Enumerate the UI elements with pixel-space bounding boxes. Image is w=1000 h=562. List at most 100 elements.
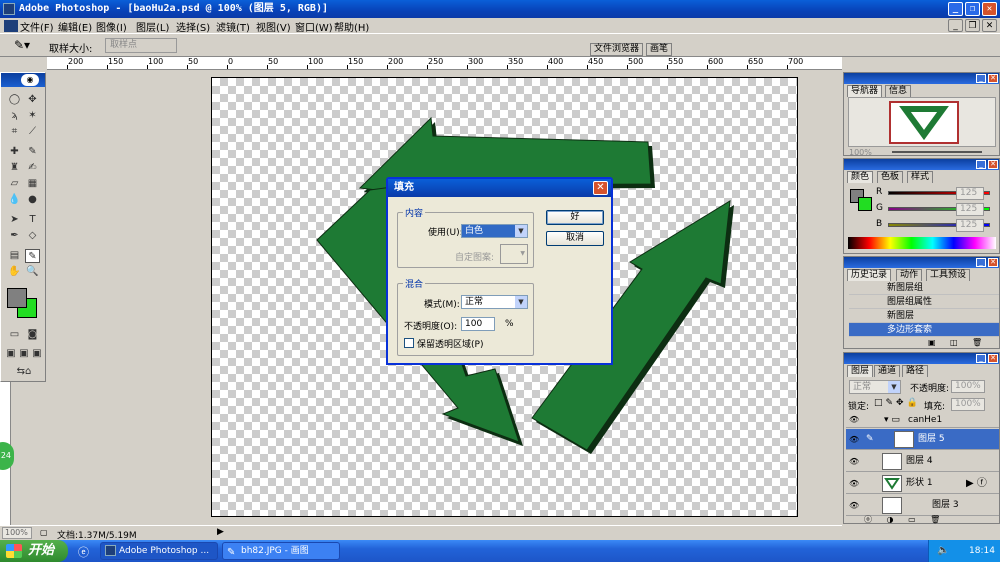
layer-row[interactable]: 👁 图层 3	[846, 495, 999, 516]
layer-row[interactable]: 👁 ✎ 图层 5	[846, 429, 999, 450]
layer-row[interactable]: 👁 形状 1 ▶ ⓕ	[846, 473, 999, 494]
menu-select[interactable]: 选择(S)	[176, 19, 210, 34]
brush-tool-icon[interactable]: ✎	[25, 145, 40, 159]
toolbox-header[interactable]: ◉	[1, 73, 45, 87]
color-bg-swatch[interactable]	[858, 197, 872, 211]
tab-color[interactable]: 颜色	[847, 171, 874, 183]
ok-button[interactable]: 好	[546, 210, 604, 225]
standard-mode-icon[interactable]: ▭	[7, 328, 22, 342]
history-snapshot-icon[interactable]: ▣	[928, 338, 936, 347]
mode-select[interactable]: 正常 ▼	[461, 295, 528, 309]
dodge-tool-icon[interactable]: ●	[25, 193, 40, 207]
tab-brushes[interactable]: 画笔	[646, 43, 673, 56]
blend-mode-select[interactable]: 正常 ▼	[849, 380, 901, 394]
path-select-tool-icon[interactable]: ➤	[7, 213, 22, 227]
tab-actions[interactable]: 动作	[896, 269, 923, 281]
preserve-transparency-label[interactable]: 保留透明区域(P)	[417, 337, 483, 350]
history-delete-icon[interactable]: 🗑	[972, 338, 982, 347]
cancel-button[interactable]: 取消	[546, 231, 604, 246]
eraser-tool-icon[interactable]: ▱	[7, 177, 22, 191]
shape-tool-icon[interactable]: ◇	[25, 229, 40, 243]
eyedropper-tool-icon[interactable]: ✎	[25, 249, 40, 263]
menu-edit[interactable]: 编辑(E)	[58, 19, 92, 34]
tab-file-browser[interactable]: 文件浏览器	[590, 43, 644, 56]
hand-tool-icon[interactable]: ✋	[7, 265, 22, 279]
navigator-zoom[interactable]: 100%	[849, 148, 872, 157]
gradient-tool-icon[interactable]: ▦	[25, 177, 40, 191]
doc-close-button[interactable]: ✕	[982, 19, 997, 32]
screen-mode-2-icon[interactable]: ▣	[18, 347, 30, 361]
jump-to-imageready-icon[interactable]: ⇆⌂	[7, 365, 41, 379]
lasso-tool-icon[interactable]: ϡ	[7, 109, 22, 123]
adobe-online-icon[interactable]: ◉	[21, 74, 39, 86]
healing-brush-tool-icon[interactable]: ✚	[7, 145, 22, 159]
lock-icons[interactable]: □✎✥🔒	[874, 398, 921, 408]
color-ramp[interactable]	[848, 237, 996, 249]
sample-size-select[interactable]: 取样点	[105, 38, 177, 53]
menu-help[interactable]: 帮助(H)	[334, 19, 369, 34]
type-tool-icon[interactable]: T	[25, 213, 40, 227]
notes-tool-icon[interactable]: ▤	[7, 249, 22, 263]
menu-image[interactable]: 图像(I)	[96, 19, 127, 34]
navigator-zoom-slider[interactable]	[892, 151, 982, 153]
channel-r-value[interactable]: 125	[956, 187, 984, 200]
channel-b-value[interactable]: 125	[956, 219, 984, 232]
doc-icon[interactable]	[4, 20, 18, 32]
close-button[interactable]: ✕	[982, 2, 997, 16]
tray-volume-icon[interactable]: 🔈	[937, 540, 949, 562]
use-select[interactable]: 白色 ▼	[461, 224, 528, 238]
layers-footer-icons[interactable]: ⓞ ◑ ▭ 🗑	[864, 514, 946, 525]
preserve-transparency-checkbox[interactable]	[404, 338, 414, 348]
tab-channels[interactable]: 通道	[874, 365, 901, 377]
dialog-close-button[interactable]: ✕	[593, 181, 608, 195]
minimize-button[interactable]: _	[948, 2, 963, 16]
pattern-picker[interactable]: ▼	[500, 244, 528, 264]
restore-button[interactable]: ❐	[965, 2, 980, 16]
foreground-color-top[interactable]	[7, 288, 27, 308]
layer-group-row[interactable]: 👁 ▾ ▭ canHe1	[846, 412, 999, 428]
channel-g-value[interactable]: 125	[956, 203, 984, 216]
crop-tool-icon[interactable]: ⌗	[7, 125, 22, 139]
start-button[interactable]: 开始	[0, 540, 68, 562]
status-menu-arrow-icon[interactable]: ▶	[217, 527, 224, 537]
tab-info[interactable]: 信息	[885, 85, 912, 97]
tab-navigator[interactable]: 导航器	[847, 85, 883, 97]
zoom-field[interactable]: 100%	[2, 527, 32, 539]
blur-tool-icon[interactable]: 💧	[7, 193, 22, 207]
move-tool-icon[interactable]: ✥	[25, 93, 40, 107]
screen-mode-1-icon[interactable]: ▣	[5, 347, 17, 361]
doc-restore-button[interactable]: ❐	[965, 19, 980, 32]
history-item-current[interactable]: 多边形套索	[849, 323, 999, 337]
task-paint[interactable]: ✎ bh82.JPG - 画图	[222, 542, 340, 560]
tab-swatches[interactable]: 色板	[877, 171, 904, 183]
menu-layer[interactable]: 图层(L)	[136, 19, 169, 34]
tab-history[interactable]: 历史记录	[847, 269, 892, 281]
tab-paths[interactable]: 路径	[902, 365, 929, 377]
history-item[interactable]: 新图层	[849, 309, 999, 323]
eyedropper-icon[interactable]: ✎▾	[14, 38, 30, 52]
screen-mode-3-icon[interactable]: ▣	[31, 347, 43, 361]
layer-row[interactable]: 👁 图层 4	[846, 451, 999, 472]
layer-opacity-field[interactable]: 100%	[951, 380, 985, 393]
magic-wand-tool-icon[interactable]: ✶	[25, 109, 40, 123]
tab-styles[interactable]: 样式	[907, 171, 934, 183]
slice-tool-icon[interactable]: ⟋	[25, 125, 40, 139]
menu-view[interactable]: 视图(V)	[256, 19, 291, 34]
navigator-preview[interactable]	[848, 97, 996, 147]
pen-tool-icon[interactable]: ✒	[7, 229, 22, 243]
marquee-tool-icon[interactable]: ◯	[7, 93, 22, 107]
history-item[interactable]: 新图层组	[849, 281, 999, 295]
doc-minimize-button[interactable]: _	[948, 19, 963, 32]
history-brush-tool-icon[interactable]: ✍	[25, 161, 40, 175]
menu-filter[interactable]: 滤镜(T)	[216, 19, 250, 34]
opacity-input[interactable]: 100	[461, 317, 495, 331]
quicklaunch-ie-icon[interactable]: ⓔ	[78, 544, 89, 560]
tab-layers[interactable]: 图层	[847, 365, 874, 377]
menu-window[interactable]: 窗口(W)	[295, 19, 333, 34]
zoom-tool-icon[interactable]: 🔍	[25, 265, 40, 279]
tab-tool-presets[interactable]: 工具预设	[926, 269, 971, 281]
task-photoshop[interactable]: Adobe Photoshop ...	[100, 542, 218, 560]
history-item[interactable]: 图层组属性	[849, 295, 999, 309]
quickmask-mode-icon[interactable]: ◙	[25, 328, 40, 342]
history-new-icon[interactable]: ◫	[950, 338, 958, 347]
